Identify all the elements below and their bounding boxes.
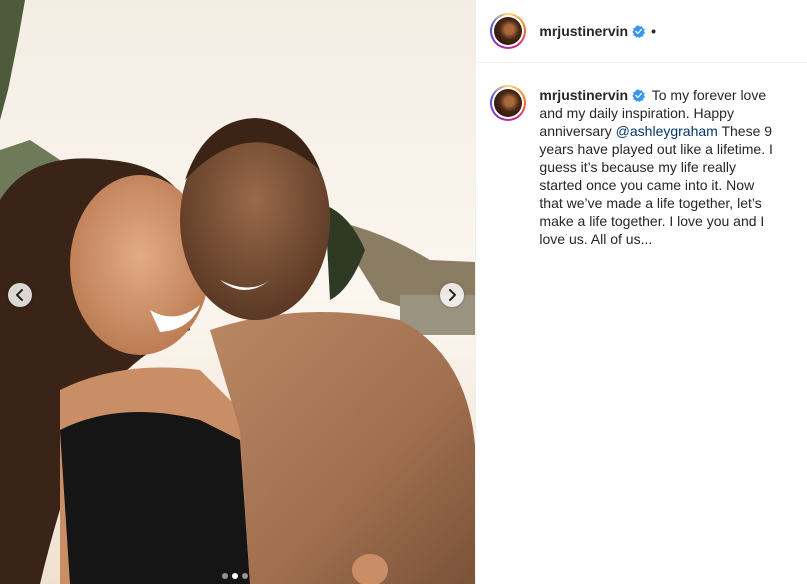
caption-username[interactable]: mrjustinervin — [539, 87, 628, 103]
mention-link[interactable]: @ashleygraham — [616, 123, 718, 139]
previous-slide-button[interactable] — [8, 283, 32, 307]
carousel-indicator — [222, 573, 248, 579]
chevron-right-icon — [449, 289, 456, 301]
post-header: mrjustinervin • — [476, 0, 807, 63]
post-side-panel: mrjustinervin • mrjustinervin To my fore… — [476, 0, 807, 584]
caption: mrjustinervin To my forever love and my … — [539, 86, 777, 248]
next-slide-button[interactable] — [440, 283, 464, 307]
carousel-dot — [242, 573, 248, 579]
chevron-left-icon — [16, 289, 23, 301]
carousel-dot — [222, 573, 228, 579]
avatar[interactable] — [490, 13, 527, 49]
header-separator: • — [651, 23, 657, 39]
caption-text-end: These 9 years have played out like a lif… — [539, 123, 773, 247]
photo-scene — [0, 0, 476, 584]
verified-badge-icon — [632, 89, 646, 102]
caption-row: mrjustinervin To my forever love and my … — [476, 63, 807, 248]
header-username[interactable]: mrjustinervin — [539, 23, 628, 39]
caption-avatar[interactable] — [490, 85, 527, 121]
verified-badge-icon — [632, 24, 646, 38]
carousel-dot-active — [232, 573, 238, 579]
post-modal: mrjustinervin • mrjustinervin To my fore… — [0, 0, 807, 584]
post-photo[interactable] — [0, 0, 477, 584]
